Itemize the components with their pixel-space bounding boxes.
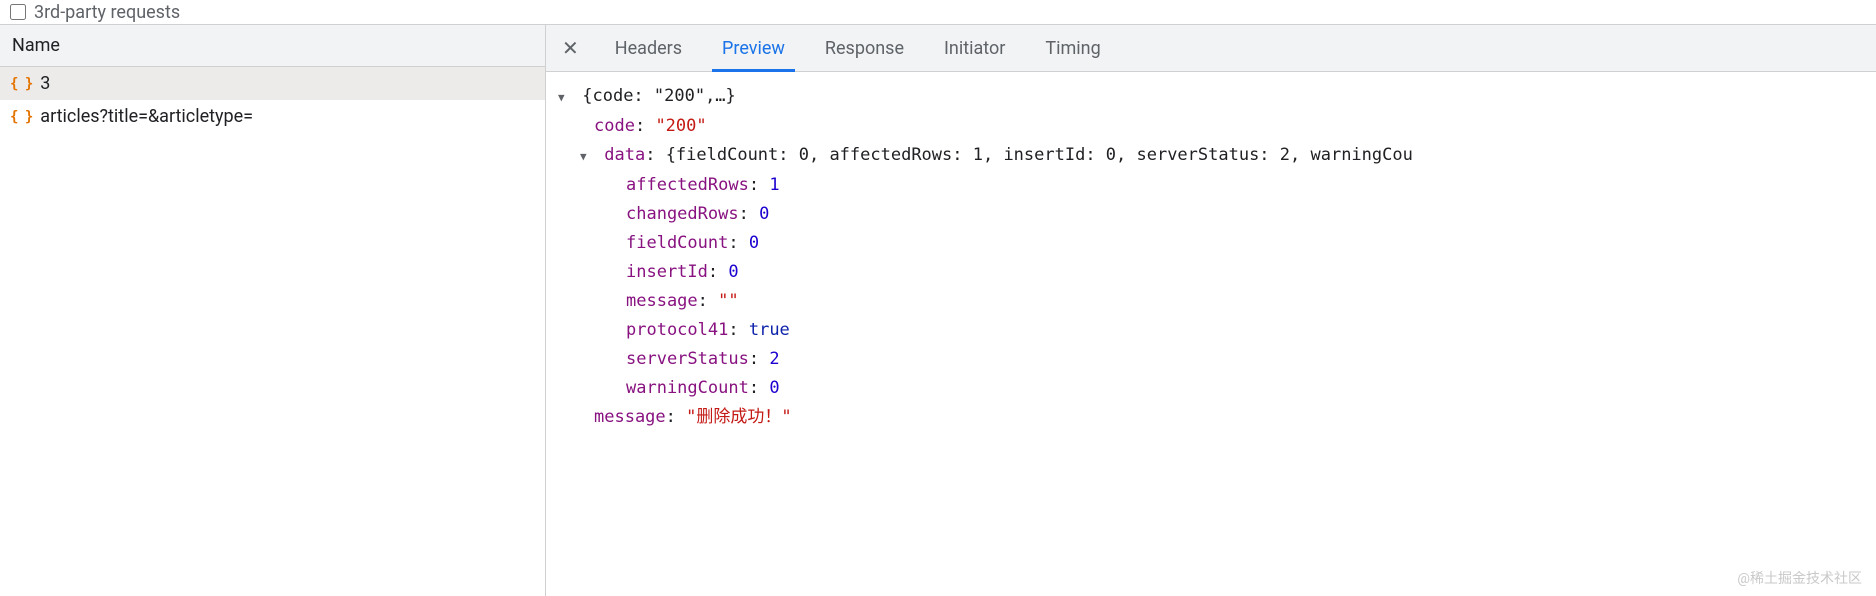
tree-field-changedRows[interactable]: changedRows: 0 xyxy=(558,200,1864,229)
field-key: message xyxy=(594,407,666,427)
expand-arrow-icon[interactable]: ▼ xyxy=(558,83,572,112)
tree-field-insertId[interactable]: insertId: 0 xyxy=(558,258,1864,287)
field-value: 0 xyxy=(759,204,769,224)
name-column-header[interactable]: Name xyxy=(0,25,545,67)
network-request-list-panel: Name { } 3 { } articles?title=&articlety… xyxy=(0,25,546,596)
tree-root[interactable]: ▼ {code: "200",…} xyxy=(558,82,1864,112)
tree-field-message-inner[interactable]: message: "" xyxy=(558,287,1864,316)
tab-headers[interactable]: Headers xyxy=(595,26,702,71)
preview-content[interactable]: ▼ {code: "200",…} code: "200" ▼ data: {f… xyxy=(546,72,1876,596)
request-name: articles?title=&articletype= xyxy=(40,106,253,127)
tab-timing[interactable]: Timing xyxy=(1025,26,1120,71)
field-value: 0 xyxy=(769,378,779,398)
field-key: message xyxy=(626,291,698,311)
tab-response[interactable]: Response xyxy=(805,26,924,71)
tree-field-data[interactable]: ▼ data: {fieldCount: 0, affectedRows: 1,… xyxy=(558,141,1864,171)
tabs-bar: ✕ Headers Preview Response Initiator Tim… xyxy=(546,25,1876,72)
field-key: changedRows xyxy=(626,204,739,224)
json-icon: { } xyxy=(10,76,32,92)
data-summary: {fieldCount: 0, affectedRows: 1, insertI… xyxy=(666,145,1413,165)
field-value: 2 xyxy=(769,349,779,369)
field-value: "200" xyxy=(655,116,706,136)
field-key: code xyxy=(594,116,635,136)
expand-arrow-icon[interactable]: ▼ xyxy=(580,142,594,171)
tree-field-warningCount[interactable]: warningCount: 0 xyxy=(558,374,1864,403)
tree-field-code[interactable]: code: "200" xyxy=(558,112,1864,141)
third-party-label: 3rd-party requests xyxy=(34,2,180,23)
field-value: "" xyxy=(718,291,738,311)
watermark: @稀土掘金技术社区 xyxy=(1737,568,1862,588)
tab-initiator[interactable]: Initiator xyxy=(924,26,1025,71)
tree-field-protocol41[interactable]: protocol41: true xyxy=(558,316,1864,345)
field-key: insertId xyxy=(626,262,708,282)
field-key: data xyxy=(604,145,645,165)
request-list: { } 3 { } articles?title=&articletype= xyxy=(0,67,545,596)
field-value: true xyxy=(749,320,790,340)
main-container: Name { } 3 { } articles?title=&articlety… xyxy=(0,24,1876,596)
request-row[interactable]: { } articles?title=&articletype= xyxy=(0,100,545,133)
field-value: "删除成功！" xyxy=(686,407,791,427)
field-value: 1 xyxy=(769,175,779,195)
tree-field-serverStatus[interactable]: serverStatus: 2 xyxy=(558,345,1864,374)
json-icon: { } xyxy=(10,109,32,125)
field-value: 0 xyxy=(749,233,759,253)
tab-preview[interactable]: Preview xyxy=(702,26,805,71)
close-icon[interactable]: ✕ xyxy=(546,36,595,60)
root-summary: {code: "200",…} xyxy=(582,86,736,106)
field-key: affectedRows xyxy=(626,175,749,195)
field-key: serverStatus xyxy=(626,349,749,369)
request-row[interactable]: { } 3 xyxy=(0,67,545,100)
tree-field-message[interactable]: message: "删除成功！" xyxy=(558,403,1864,432)
field-key: fieldCount xyxy=(626,233,728,253)
field-key: protocol41 xyxy=(626,320,728,340)
tree-field-affectedRows[interactable]: affectedRows: 1 xyxy=(558,171,1864,200)
third-party-filter: 3rd-party requests xyxy=(0,0,1876,24)
detail-panel: ✕ Headers Preview Response Initiator Tim… xyxy=(546,25,1876,596)
request-name: 3 xyxy=(40,73,50,94)
field-value: 0 xyxy=(728,262,738,282)
tree-field-fieldCount[interactable]: fieldCount: 0 xyxy=(558,229,1864,258)
field-key: warningCount xyxy=(626,378,749,398)
third-party-checkbox[interactable] xyxy=(10,4,26,20)
